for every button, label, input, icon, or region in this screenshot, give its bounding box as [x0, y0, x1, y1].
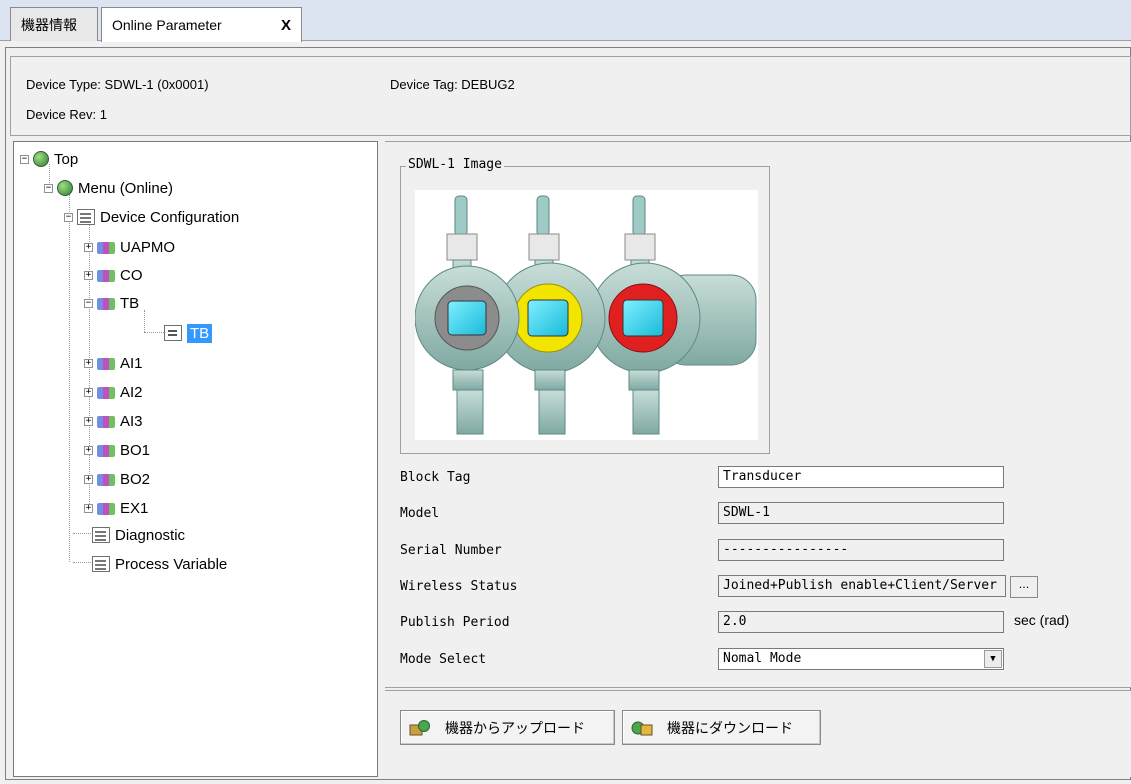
- tab-device-info-label: 機器情報: [21, 16, 77, 33]
- tab-online-parameter[interactable]: Online Parameter X: [101, 7, 302, 42]
- serial-number-label: Serial Number: [400, 543, 502, 558]
- mode-select-value: Nomal Mode: [723, 651, 802, 666]
- block-tag-label: Block Tag: [400, 470, 471, 485]
- serial-number-field: ----------------: [718, 539, 1004, 561]
- model-label: Model: [400, 506, 440, 521]
- chevron-down-icon[interactable]: ▼: [984, 650, 1002, 668]
- upload-icon: [409, 719, 431, 736]
- tree-node-process-variable[interactable]: Process Variable: [92, 553, 227, 575]
- mode-select-label: Mode Select: [400, 652, 487, 667]
- menu-page-icon: [92, 556, 110, 572]
- expand-icon[interactable]: +: [84, 242, 93, 252]
- collapse-icon[interactable]: −: [64, 212, 73, 222]
- tree-label-block: CO: [120, 266, 143, 284]
- tree-label-tb-selected: TB: [187, 323, 213, 343]
- expand-icon[interactable]: +: [84, 474, 93, 484]
- upload-button-label: 機器からアップロード: [445, 720, 585, 737]
- tree-node-block-ai2[interactable]: + AI2: [84, 381, 143, 403]
- tree-node-block-co[interactable]: + CO: [84, 264, 143, 286]
- expand-icon[interactable]: +: [84, 270, 93, 280]
- wireless-status-field: Joined+Publish enable+Client/Server: [718, 575, 1006, 597]
- tree-label-block: AI2: [120, 383, 143, 401]
- block-icon: [97, 298, 115, 310]
- tab-bar: 機器情報 Online Parameter X: [0, 0, 1131, 42]
- tree-label-block: UAPMO: [120, 238, 176, 256]
- tree-node-block-bo1[interactable]: + BO1: [84, 439, 150, 461]
- tree-node-block-ai3[interactable]: + AI3: [84, 410, 143, 432]
- expand-icon[interactable]: +: [84, 416, 93, 426]
- tree-node-block-uapmo[interactable]: + UAPMO: [84, 236, 175, 258]
- block-icon: [97, 358, 115, 370]
- wireless-status-browse-button[interactable]: ...: [1010, 576, 1038, 598]
- globe-icon: [33, 151, 49, 167]
- block-icon: [97, 445, 115, 457]
- block-icon: [97, 416, 115, 428]
- tree-label-block: TB: [120, 294, 140, 312]
- menu-tree[interactable]: − Top − Menu (Online) − Device Configura…: [13, 141, 378, 777]
- tree-node-block-tb[interactable]: − TB: [84, 292, 139, 314]
- tab-online-parameter-label: Online Parameter: [112, 17, 222, 33]
- expand-icon[interactable]: +: [84, 503, 93, 513]
- block-tag-input[interactable]: Transducer: [718, 466, 1004, 488]
- tree-node-diagnostic[interactable]: Diagnostic: [92, 524, 185, 546]
- upload-from-device-button[interactable]: 機器からアップロード: [400, 710, 615, 745]
- wireless-status-label: Wireless Status: [400, 579, 518, 594]
- publish-period-label: Publish Period: [400, 615, 510, 630]
- expand-icon[interactable]: +: [84, 387, 93, 397]
- download-icon: [631, 720, 653, 736]
- sdwl-devices-illustration: [414, 195, 757, 435]
- device-type-text: Device Type: SDWL-1 (0x0001): [26, 77, 209, 92]
- collapse-icon[interactable]: −: [20, 154, 29, 164]
- block-icon: [97, 387, 115, 399]
- tree-label-block: EX1: [120, 499, 149, 517]
- device-rev-text: Device Rev: 1: [26, 107, 107, 122]
- tree-label-device-configuration: Device Configuration: [100, 208, 240, 226]
- tree-label-block: AI1: [120, 354, 143, 372]
- expand-icon[interactable]: +: [84, 358, 93, 368]
- tab-close-button[interactable]: X: [281, 17, 291, 34]
- tree-node-block-ai1[interactable]: + AI1: [84, 352, 143, 374]
- menu-page-icon: [77, 209, 95, 225]
- block-icon: [97, 474, 115, 486]
- publish-period-unit: sec (rad): [1014, 612, 1070, 628]
- tree-label-diagnostic: Diagnostic: [115, 526, 186, 544]
- collapse-icon[interactable]: −: [84, 298, 93, 308]
- download-button-label: 機器にダウンロード: [667, 720, 793, 737]
- block-icon: [97, 270, 115, 282]
- model-field: SDWL-1: [718, 502, 1004, 524]
- tree-node-top[interactable]: − Top: [20, 148, 78, 170]
- globe-menu-icon: [57, 180, 73, 196]
- publish-period-field: 2.0: [718, 611, 1004, 633]
- tree-label-block: BO2: [120, 470, 151, 488]
- tree-node-tb-page[interactable]: TB: [164, 322, 213, 344]
- device-tag-text: Device Tag: DEBUG2: [390, 77, 515, 92]
- tree-node-menu-online[interactable]: − Menu (Online): [44, 177, 173, 199]
- block-icon: [97, 242, 115, 254]
- download-to-device-button[interactable]: 機器にダウンロード: [622, 710, 821, 745]
- menu-page-icon: [92, 527, 110, 543]
- parameter-page-icon: [164, 325, 182, 341]
- expand-icon[interactable]: +: [84, 445, 93, 455]
- block-icon: [97, 503, 115, 515]
- image-group-title: SDWL-1 Image: [406, 157, 504, 172]
- tree-node-block-bo2[interactable]: + BO2: [84, 468, 150, 490]
- tree-label-block: AI3: [120, 412, 143, 430]
- tree-label-top: Top: [54, 150, 79, 168]
- mode-select-dropdown[interactable]: Nomal Mode ▼: [718, 648, 1004, 670]
- device-header: Device Type: SDWL-1 (0x0001) Device Tag:…: [10, 56, 1131, 136]
- tab-device-info[interactable]: 機器情報: [10, 7, 98, 41]
- tree-label-process-variable: Process Variable: [115, 555, 228, 573]
- tree-label-menu: Menu (Online): [78, 179, 174, 197]
- collapse-icon[interactable]: −: [44, 183, 53, 193]
- tree-node-device-configuration[interactable]: − Device Configuration: [64, 206, 239, 228]
- device-image: [414, 190, 758, 440]
- tree-node-block-ex1[interactable]: + EX1: [84, 497, 148, 519]
- tree-label-block: BO1: [120, 441, 151, 459]
